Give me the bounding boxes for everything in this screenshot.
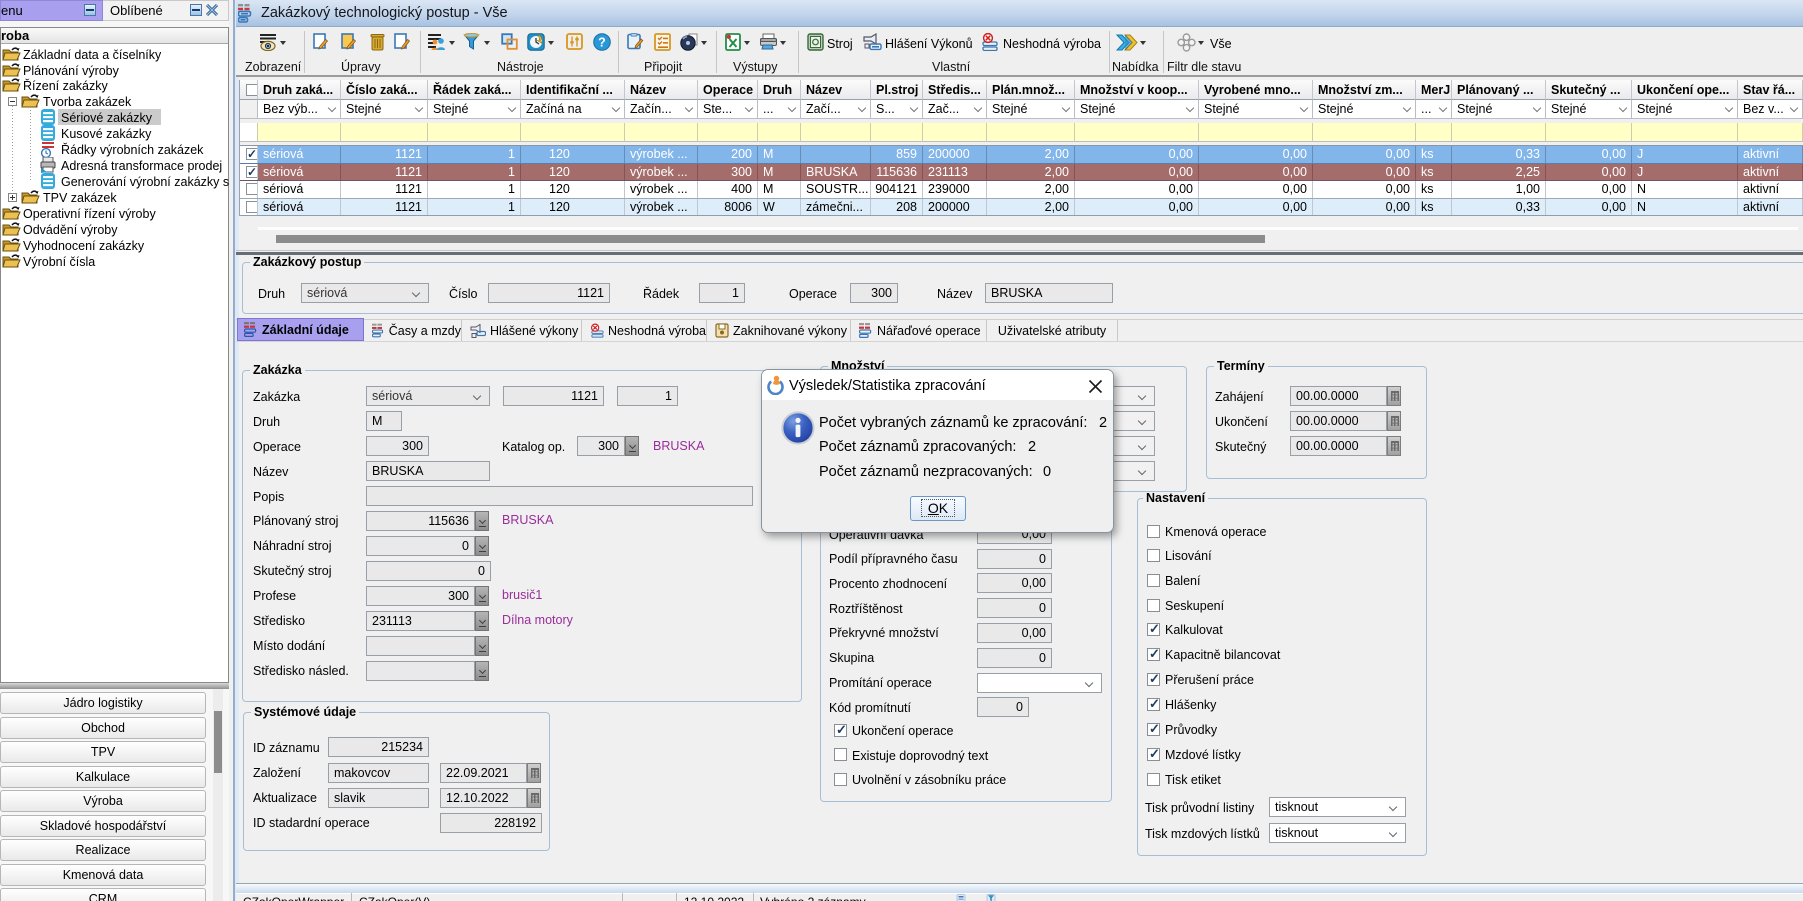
svg-text:?: ?	[598, 35, 606, 49]
